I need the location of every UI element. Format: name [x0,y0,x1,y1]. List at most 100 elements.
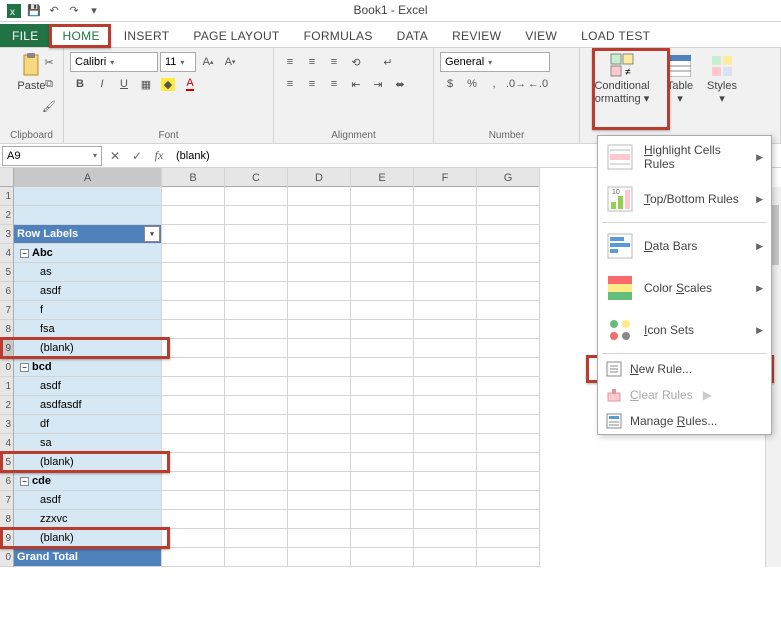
cell[interactable] [351,377,414,396]
align-bottom-icon[interactable]: ≡ [324,52,344,72]
collapse-icon[interactable]: − [20,363,29,372]
tab-review[interactable]: REVIEW [440,24,513,47]
cell[interactable] [477,282,540,301]
cell[interactable] [225,358,288,377]
cell[interactable] [414,320,477,339]
row-header[interactable]: 1 [0,377,13,396]
cell[interactable] [288,320,351,339]
cell[interactable] [14,187,162,206]
wrap-text-icon[interactable]: ↵ [378,52,398,72]
cell[interactable] [288,472,351,491]
cell[interactable] [414,472,477,491]
cell[interactable] [414,206,477,225]
cell[interactable] [477,225,540,244]
cell[interactable] [225,548,288,567]
increase-indent-icon[interactable]: ⇥ [368,74,388,94]
cell[interactable] [477,301,540,320]
cell[interactable] [351,206,414,225]
increase-font-icon[interactable]: A▴ [198,52,218,72]
align-center-icon[interactable]: ≡ [302,74,322,94]
menu-clear-rules[interactable]: Clear Rules ▶ [598,382,771,408]
number-format-combo[interactable]: General▾ [440,52,550,72]
cell[interactable] [414,529,477,548]
cell[interactable] [351,453,414,472]
cell[interactable]: asdf [14,377,162,396]
cell[interactable] [351,510,414,529]
row-header[interactable]: 5 [0,263,13,282]
menu-new-rule[interactable]: New Rule... [598,356,771,382]
col-header-G[interactable]: G [477,168,540,187]
cut-icon[interactable]: ✂ [39,52,59,72]
row-header[interactable]: 8 [0,320,13,339]
cell[interactable] [477,529,540,548]
cell[interactable] [162,320,225,339]
cell[interactable] [477,320,540,339]
cell[interactable] [288,358,351,377]
cell[interactable] [288,453,351,472]
cell[interactable] [225,244,288,263]
accounting-format-icon[interactable]: $ [440,74,460,94]
cell[interactable] [351,263,414,282]
cancel-formula-icon[interactable]: ✕ [104,145,126,167]
save-icon[interactable]: 💾 [26,3,42,19]
cell[interactable] [288,548,351,567]
select-all-button[interactable] [0,168,14,187]
cell[interactable] [162,244,225,263]
redo-icon[interactable]: ↷ [66,3,82,19]
increase-decimal-icon[interactable]: .0→ [506,74,526,94]
cell[interactable] [288,434,351,453]
collapse-icon[interactable]: − [20,249,29,258]
cell[interactable] [288,491,351,510]
cell[interactable] [162,358,225,377]
menu-icon-sets[interactable]: Icon Sets ▶ [598,309,771,351]
qat-more-icon[interactable]: ▾ [86,3,102,19]
font-color-button[interactable]: A [180,74,200,94]
cell[interactable] [225,453,288,472]
cell[interactable] [477,548,540,567]
decrease-font-icon[interactable]: A▾ [220,52,240,72]
cell[interactable] [351,434,414,453]
cell[interactable] [414,510,477,529]
cell[interactable] [288,510,351,529]
cell-styles-button[interactable]: Styles▾ [702,52,742,124]
format-painter-icon[interactable]: 🖌 [39,96,59,116]
cell[interactable] [288,187,351,206]
cell[interactable] [288,263,351,282]
cell[interactable] [414,358,477,377]
cell[interactable] [225,225,288,244]
cell[interactable] [288,339,351,358]
cell[interactable] [414,548,477,567]
row-header[interactable]: 7 [0,301,13,320]
cell[interactable] [225,491,288,510]
comma-format-icon[interactable]: , [484,74,504,94]
cell[interactable] [225,339,288,358]
row-header[interactable]: 6 [0,472,13,491]
row-header[interactable]: 0 [0,548,13,567]
cell[interactable]: −bcd [14,358,162,377]
cell[interactable] [225,434,288,453]
cell[interactable] [162,491,225,510]
cell[interactable] [162,225,225,244]
align-top-icon[interactable]: ≡ [280,52,300,72]
cell[interactable] [414,396,477,415]
menu-manage-rules[interactable]: Manage Rules... [598,408,771,434]
tab-load-test[interactable]: LOAD TEST [569,24,662,47]
cell[interactable] [14,206,162,225]
pivot-filter-button[interactable]: ▾ [144,226,160,242]
row-header[interactable]: 1 [0,187,13,206]
cell[interactable] [351,529,414,548]
tab-data[interactable]: DATA [385,24,440,47]
cell[interactable]: (blank) [14,339,162,358]
col-header-D[interactable]: D [288,168,351,187]
tab-file[interactable]: FILE [0,24,51,47]
cell[interactable] [225,472,288,491]
cell[interactable] [477,206,540,225]
cell[interactable] [162,510,225,529]
name-box[interactable]: A9▾ [2,146,102,166]
cell[interactable] [414,301,477,320]
cell[interactable] [351,301,414,320]
cell[interactable] [288,206,351,225]
grid-body[interactable]: Row Labels▾−Abcasasdfffsa(blank)−bcdasdf… [14,187,540,567]
row-header[interactable]: 2 [0,396,13,415]
cell[interactable] [477,453,540,472]
